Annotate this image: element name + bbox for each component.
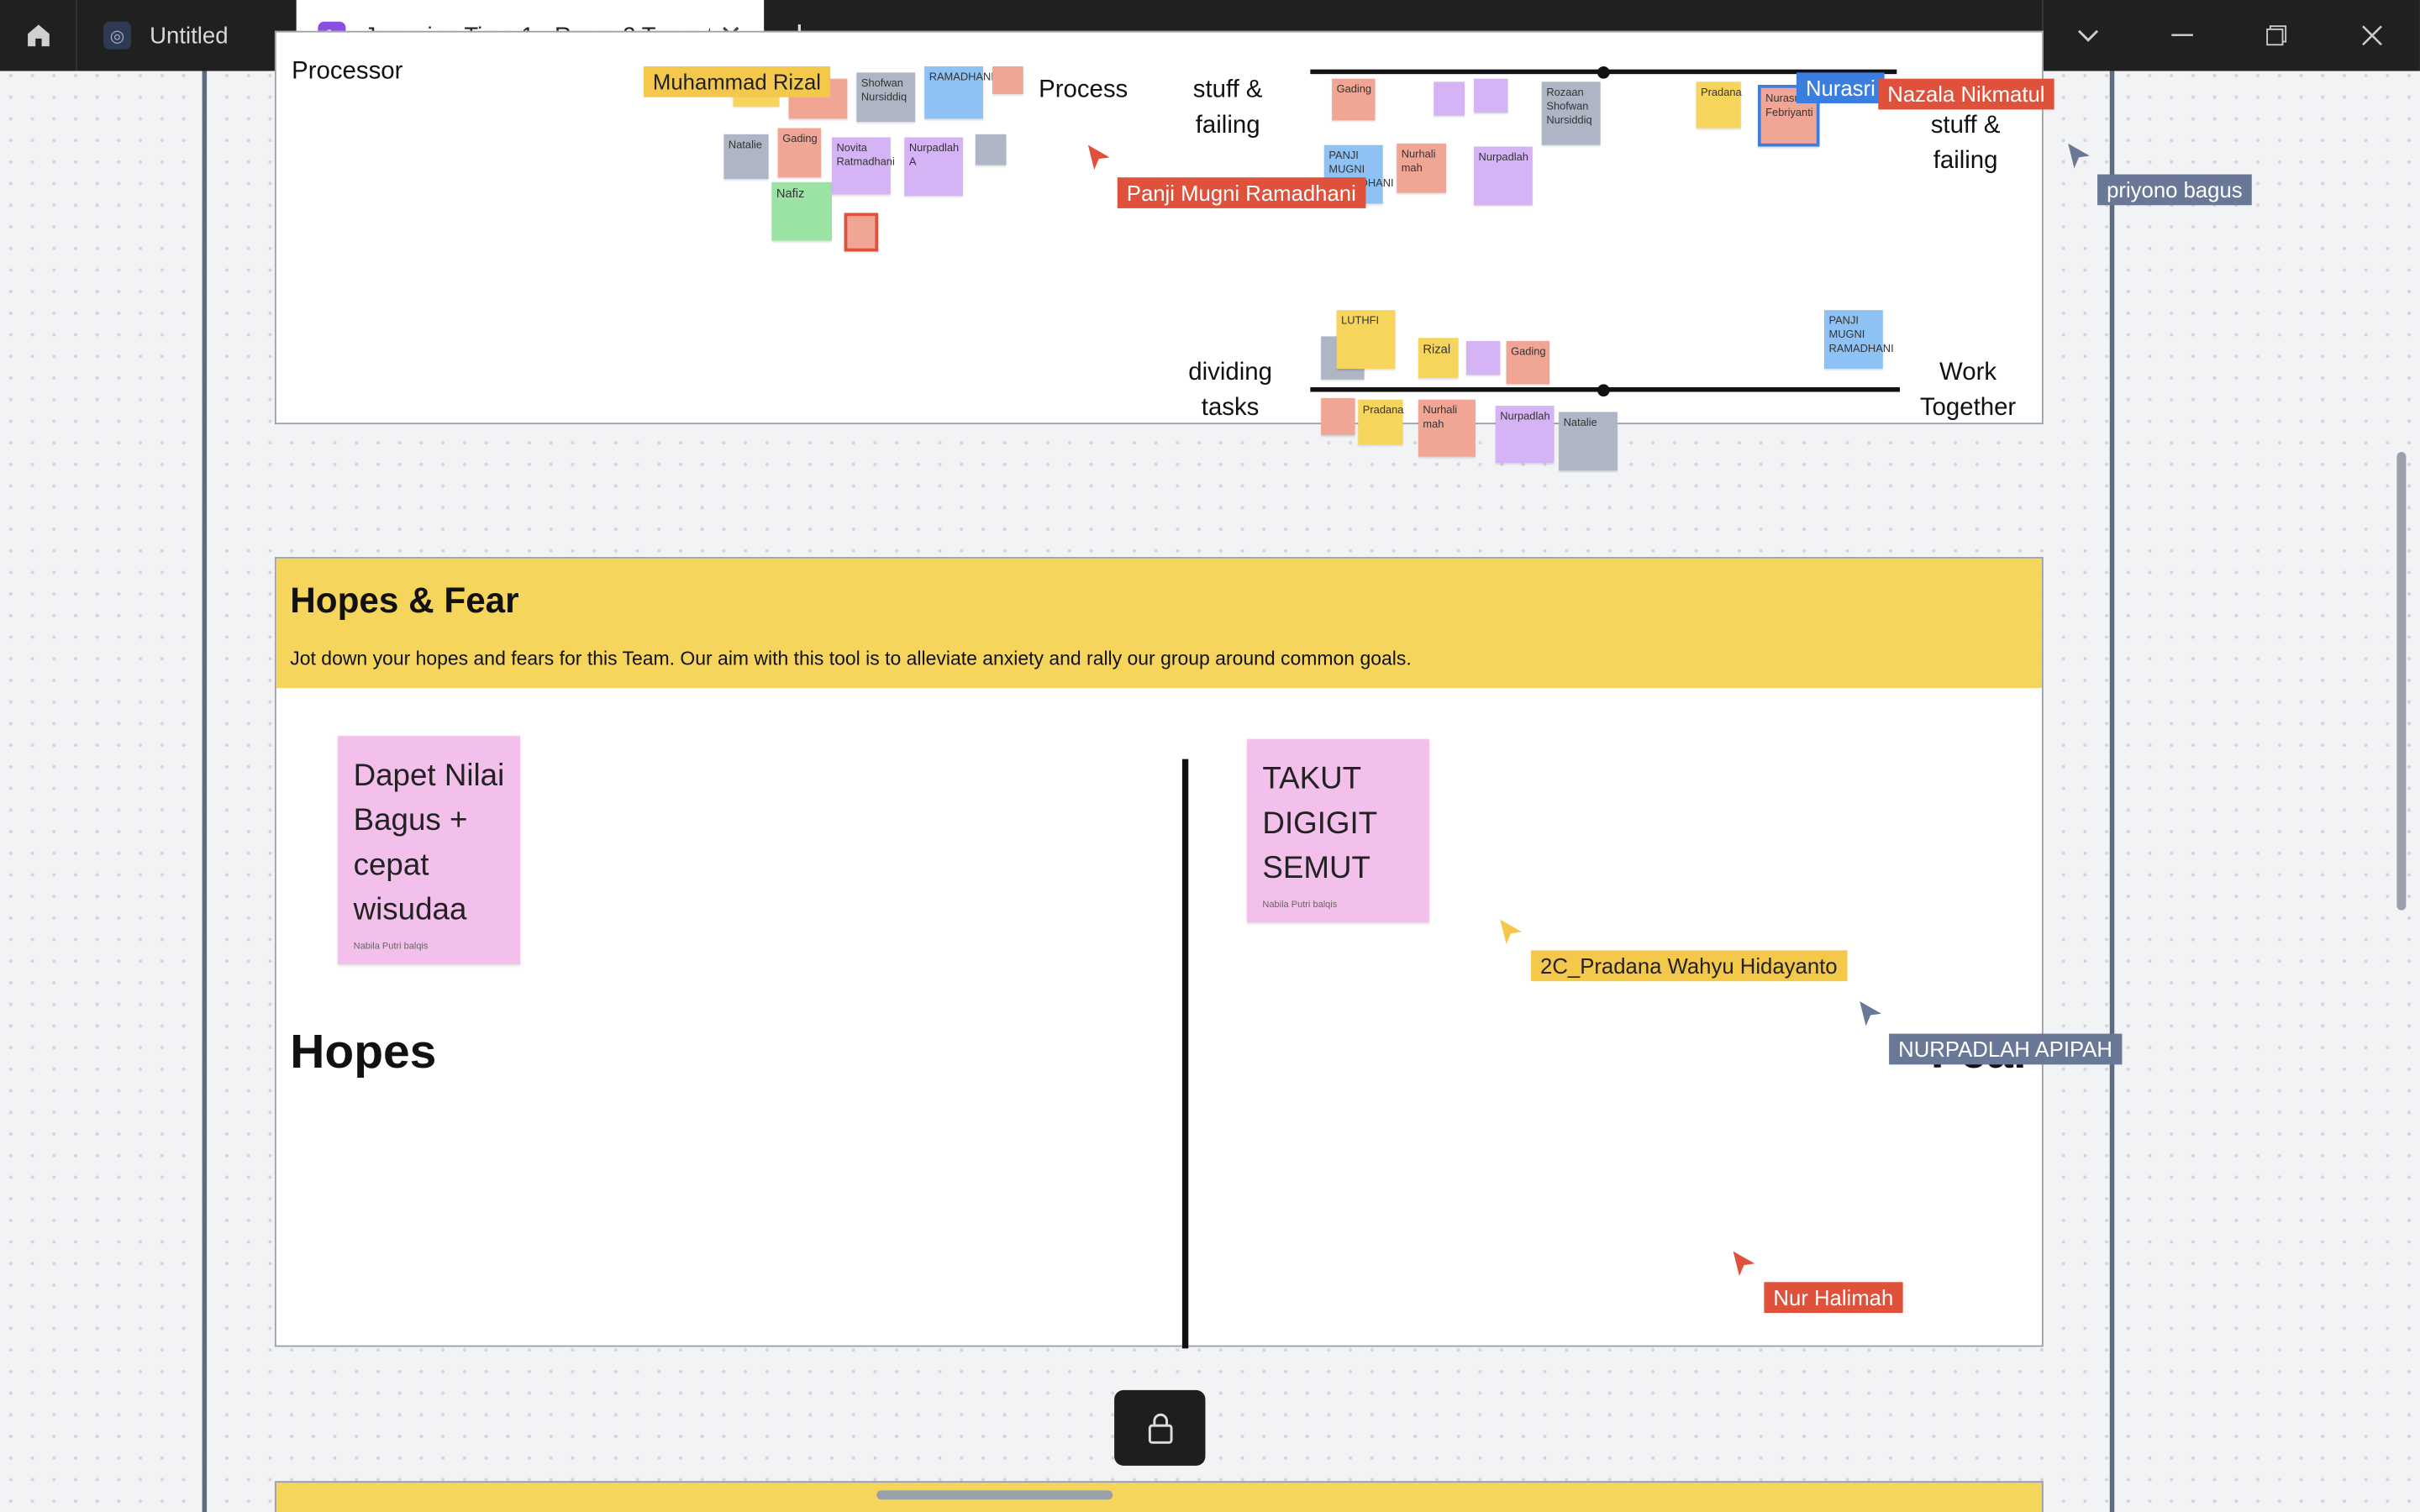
hopes-label: Hopes	[290, 1024, 437, 1079]
board-file-icon: ◎	[103, 21, 132, 50]
sticky-note[interactable]: RAMADHANI	[924, 66, 994, 119]
sticky-note[interactable]: Gading	[1506, 340, 1550, 385]
cursor-arrow-icon	[1500, 919, 1522, 945]
sticky-note[interactable]: Gading	[777, 128, 822, 178]
cursor-arrow-icon	[2068, 143, 2090, 169]
close-icon	[2362, 25, 2382, 46]
processor-label: Processor	[292, 58, 403, 86]
user-cursor-label: Muhammad Rizal	[643, 66, 831, 97]
board-title: Hopes & Fear	[290, 580, 519, 621]
vertical-scrollbar[interactable]	[2396, 452, 2407, 911]
sticky-note[interactable]: Nurpadlah	[1474, 146, 1533, 206]
cursor-arrow-icon	[1733, 1251, 1755, 1276]
sticky-note[interactable]: Gading	[1332, 78, 1376, 121]
minimize-icon	[2171, 34, 2193, 36]
sticky-note[interactable]: LUTHFI	[1336, 310, 1396, 369]
sticky-note[interactable]	[975, 134, 1007, 165]
user-cursor-label: Panji Mugni Ramadhani	[1117, 177, 1365, 208]
sticky-note[interactable]: Natalie	[723, 134, 769, 180]
user-cursor-label: Nurasri	[1796, 72, 1885, 104]
sticky-note[interactable]	[1321, 397, 1355, 435]
sticky-note[interactable]: Natalie	[1559, 412, 1618, 471]
tab-list-button[interactable]	[2042, 0, 2134, 71]
process-label: Process	[1039, 76, 1128, 104]
tab-label: Untitled	[150, 22, 229, 49]
whiteboard-app: ◎ Untitled ✎ Jamming Time 1 - Room 2 Tea…	[0, 0, 2420, 1512]
minimize-button[interactable]	[2136, 0, 2228, 71]
column-divider	[1181, 759, 1189, 1349]
user-cursor-label: priyono bagus	[2097, 174, 2252, 206]
spectrum-marker	[1597, 384, 1610, 397]
sticky-note[interactable]: PANJI MUGNI RAMADHANI	[1823, 310, 1894, 369]
user-cursor-label: NURPADLAH APIPAH	[1889, 1033, 2123, 1065]
sticky-note[interactable]: Nurhali mah	[1418, 399, 1476, 457]
frame-border-left	[202, 71, 208, 1512]
lock-button[interactable]	[1114, 1389, 1206, 1466]
sticky-note[interactable]	[992, 66, 1023, 95]
sticky-note[interactable]: Nafiz	[771, 181, 832, 241]
restore-icon	[2266, 25, 2287, 46]
horizontal-scrollbar[interactable]	[876, 1490, 1113, 1500]
cursor-arrow-icon	[1860, 1001, 1881, 1026]
spectrum-board[interactable]: Processor Process stuff & failing stuff &…	[274, 30, 2044, 471]
sticky-note-selected[interactable]	[844, 213, 879, 252]
fear-sticky-note[interactable]: TAKUT DIGIGIT SEMUT Nabila Putri balqis	[1247, 738, 1429, 923]
sticky-note[interactable]: Nurhali mah	[1397, 143, 1446, 193]
spectrum-marker	[1597, 66, 1610, 79]
sticky-note[interactable]: Nurpadlah A	[904, 137, 964, 197]
sticky-note[interactable]: Pradana	[1358, 399, 1403, 444]
sticky-note[interactable]	[1465, 340, 1501, 375]
sticky-note[interactable]: Novita Ratmadhani	[831, 137, 895, 195]
home-icon	[27, 24, 49, 47]
frame-border-right	[2109, 71, 2115, 1512]
home-button[interactable]	[0, 0, 77, 71]
sticky-note[interactable]	[1434, 81, 1465, 116]
lock-icon	[1147, 1412, 1172, 1443]
restore-button[interactable]	[2230, 0, 2323, 71]
sticky-note[interactable]: Pradana	[1696, 81, 1742, 129]
cursor-arrow-icon	[1087, 144, 1110, 171]
sticky-note[interactable]	[1474, 78, 1508, 113]
tab-untitled[interactable]: ◎ Untitled	[79, 0, 295, 71]
user-cursor-label: Nazala Nikmatul	[1878, 78, 2054, 110]
chevron-down-icon	[2077, 29, 2099, 42]
board-header: Hopes & Fear Jot down your hopes and fea…	[276, 558, 2042, 689]
sticky-note[interactable]: Rizal	[1418, 338, 1459, 378]
user-cursor-label: Nur Halimah	[1764, 1282, 1903, 1314]
sticky-note[interactable]: Rozaan Shofwan Nursiddiq	[1541, 81, 1601, 145]
stuff-failing-right: stuff & failing	[1930, 113, 2001, 175]
next-board-header[interactable]	[274, 1481, 2044, 1512]
sticky-note[interactable]: Shofwan Nursiddiq	[856, 72, 916, 123]
stuff-failing-left: stuff & failing	[1192, 76, 1263, 139]
user-cursor-label: 2C_Pradana Wahyu Hidayanto	[1531, 950, 1847, 982]
work-together-label: Work Together	[1919, 359, 2017, 422]
close-window-button[interactable]	[2326, 0, 2418, 71]
sticky-note[interactable]: Nurpadlah	[1495, 406, 1555, 464]
board-description: Jot down your hopes and fears for this T…	[290, 648, 1412, 670]
dividing-tasks-label: dividing tasks	[1188, 359, 1272, 422]
hope-sticky-note[interactable]: Dapet Nilai Bagus + cepat wisudaa Nabila…	[338, 736, 520, 964]
